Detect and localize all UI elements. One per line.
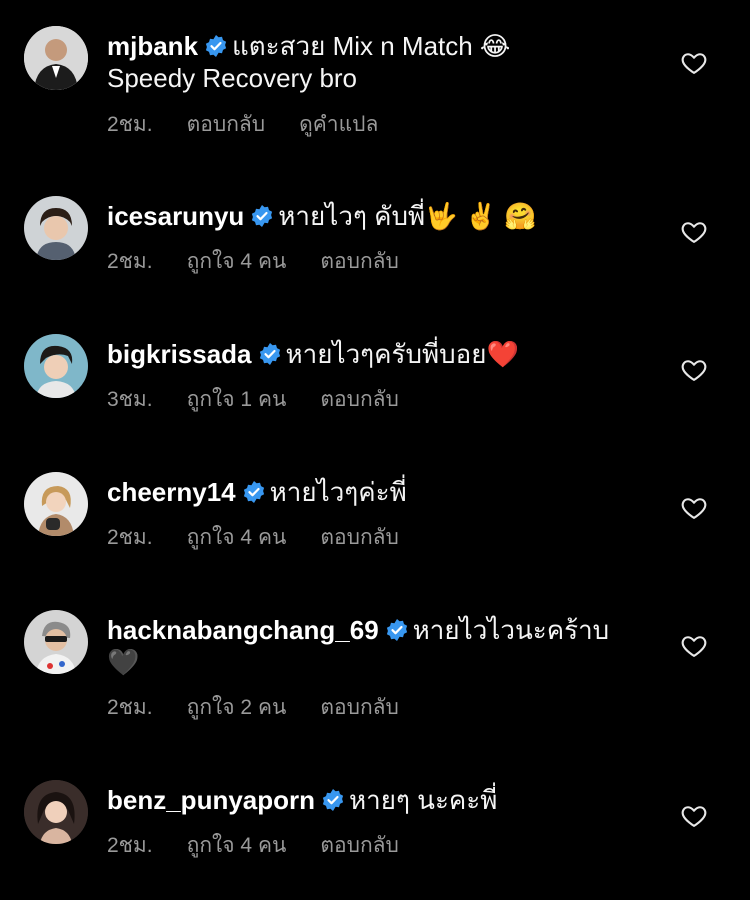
timestamp: 3ชม. [107,388,153,411]
heart-outline-icon[interactable] [680,632,708,660]
avatar[interactable] [24,610,88,674]
username[interactable]: benz_punyaporn [107,785,315,815]
avatar[interactable] [24,196,88,260]
comment-body-line2: Speedy Recovery bro [107,63,358,93]
comment-item: hacknabangchang_69 หายไวไวนะคร้าบ 🖤 2ชม. ถ… [0,610,750,730]
timestamp: 2ชม. [107,250,153,273]
username[interactable]: bigkrissada [107,339,252,369]
likes-count[interactable]: ถูกใจ 4 คน [187,250,287,273]
timestamp: 2ชม. [107,834,153,857]
verified-badge-icon [386,619,407,641]
comment-item: mjbank แตะสวย Mix n Match 😂 Speedy Recove… [0,20,750,140]
username[interactable]: cheerny14 [107,477,236,507]
username[interactable]: icesarunyu [107,201,244,231]
verified-badge-icon [205,35,227,57]
comment-text: icesarunyu หายไวๆ คับพี่🤟 ✌️ 🤗 [107,200,667,232]
comment-text: hacknabangchang_69 หายไวไวนะคร้าบ 🖤 [107,614,667,678]
comment-meta: 2ชม. ถูกใจ 4 คน ตอบกลับ [107,524,433,552]
reply-button[interactable]: ตอบกลับ [320,696,399,719]
comment-text: bigkrissada หายไวๆครับพี่บอย❤️ [107,338,667,370]
comment-body: หายไวๆ คับพี่🤟 ✌️ 🤗 [278,201,537,231]
reply-button[interactable]: ตอบกลับ [320,388,399,411]
comment-text: mjbank แตะสวย Mix n Match 😂 Speedy Recove… [107,30,667,94]
heart-outline-icon[interactable] [680,494,708,522]
comment-text: cheerny14 หายไวๆค่ะพี่ [107,476,667,508]
comment-item: benz_punyaporn หายๆ นะคะพี่ 2ชม. ถูกใจ 4 ค… [0,780,750,900]
avatar[interactable] [24,780,88,844]
comment-meta: 2ชม. ถูกใจ 2 คน ตอบกลับ [107,694,433,722]
likes-count[interactable]: ถูกใจ 2 คน [187,696,287,719]
heart-outline-icon[interactable] [680,802,708,830]
comment-body: หายไวๆครับพี่บอย❤️ [285,339,519,369]
heart-outline-icon[interactable] [680,356,708,384]
comment-body: หายไวไวนะคร้าบ [412,615,610,645]
comment-text: benz_punyaporn หายๆ นะคะพี่ [107,784,667,816]
verified-badge-icon [259,343,280,365]
comment-body-line2: 🖤 [107,647,140,677]
avatar[interactable] [24,472,88,536]
avatar[interactable] [24,26,88,90]
likes-count[interactable]: ถูกใจ 4 คน [187,834,287,857]
comment-meta: 2ชม. ถูกใจ 4 คน ตอบกลับ [107,248,433,276]
username[interactable]: mjbank [107,31,198,61]
reply-button[interactable]: ตอบกลับ [320,834,399,857]
heart-outline-icon[interactable] [680,218,708,246]
reply-button[interactable]: ตอบกลับ [187,113,266,136]
comment-item: icesarunyu หายไวๆ คับพี่🤟 ✌️ 🤗 2ชม. ถูกใจ … [0,196,750,316]
timestamp: 2ชม. [107,526,153,549]
comment-body: หายไวๆค่ะพี่ [269,477,407,507]
reply-button[interactable]: ตอบกลับ [320,250,399,273]
see-translation-button[interactable]: ดูคำแปล [299,113,378,136]
verified-badge-icon [243,481,264,503]
likes-count[interactable]: ถูกใจ 1 คน [187,388,287,411]
comment-meta: 3ชม. ถูกใจ 1 คน ตอบกลับ [107,386,433,414]
reply-button[interactable]: ตอบกลับ [320,526,399,549]
avatar[interactable] [24,334,88,398]
timestamp: 2ชม. [107,113,153,136]
comment-body: แตะสวย Mix n Match 😂 [232,31,511,61]
likes-count[interactable]: ถูกใจ 4 คน [187,526,287,549]
comment-item: bigkrissada หายไวๆครับพี่บอย❤️ 3ชม. ถูกใจ … [0,334,750,454]
verified-badge-icon [252,205,273,227]
heart-outline-icon[interactable] [680,49,708,77]
username[interactable]: hacknabangchang_69 [107,615,379,645]
comment-item: cheerny14 หายไวๆค่ะพี่ 2ชม. ถูกใจ 4 คน ตอบก… [0,472,750,592]
comment-meta: 2ชม. ตอบกลับ ดูคำแปล [107,111,412,139]
comment-meta: 2ชม. ถูกใจ 4 คน ตอบกลับ [107,832,433,860]
verified-badge-icon [322,789,344,811]
comment-body: หายๆ นะคะพี่ [349,785,498,815]
timestamp: 2ชม. [107,696,153,719]
